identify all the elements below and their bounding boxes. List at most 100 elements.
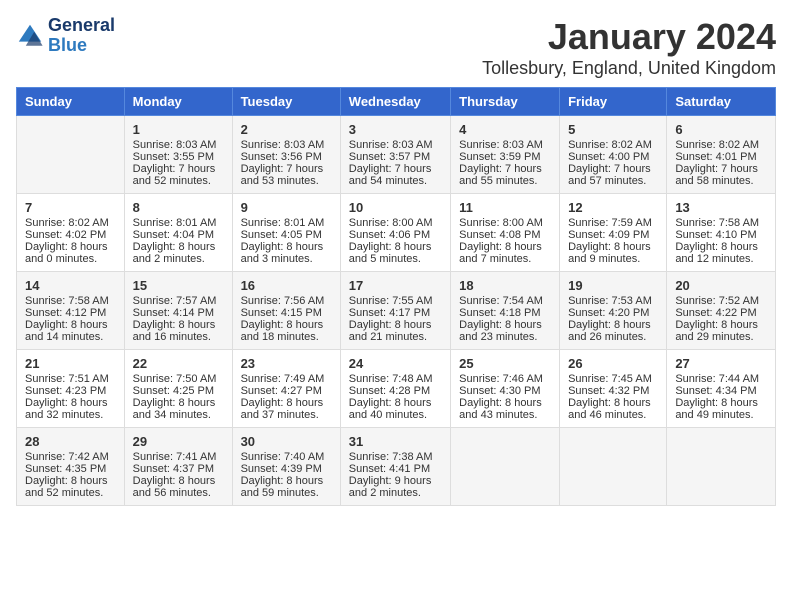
- cell-info-line: Daylight: 7 hours: [675, 163, 767, 175]
- cell-info-line: Sunset: 4:27 PM: [241, 385, 332, 397]
- cell-info-line: Sunset: 4:23 PM: [25, 385, 116, 397]
- cell-info-line: and 37 minutes.: [241, 409, 332, 421]
- cell-info-line: and 55 minutes.: [459, 175, 551, 187]
- cell-info-line: Daylight: 8 hours: [349, 397, 442, 409]
- day-cell: 9Sunrise: 8:01 AMSunset: 4:05 PMDaylight…: [232, 194, 340, 272]
- cell-info-line: and 7 minutes.: [459, 253, 551, 265]
- day-number: 24: [349, 356, 442, 371]
- cell-info-line: and 56 minutes.: [133, 487, 224, 499]
- day-cell: 20Sunrise: 7:52 AMSunset: 4:22 PMDayligh…: [667, 272, 776, 350]
- cell-info-line: Sunset: 3:55 PM: [133, 151, 224, 163]
- day-number: 20: [675, 278, 767, 293]
- cell-info-line: Daylight: 8 hours: [241, 319, 332, 331]
- day-cell: 16Sunrise: 7:56 AMSunset: 4:15 PMDayligh…: [232, 272, 340, 350]
- cell-info-line: Sunrise: 7:52 AM: [675, 295, 767, 307]
- cell-info-line: and 52 minutes.: [133, 175, 224, 187]
- day-cell: 2Sunrise: 8:03 AMSunset: 3:56 PMDaylight…: [232, 116, 340, 194]
- cell-info-line: Daylight: 8 hours: [568, 241, 658, 253]
- day-cell: 10Sunrise: 8:00 AMSunset: 4:06 PMDayligh…: [340, 194, 450, 272]
- cell-info-line: and 40 minutes.: [349, 409, 442, 421]
- cell-info-line: Sunrise: 7:40 AM: [241, 451, 332, 463]
- cell-info-line: Sunrise: 7:48 AM: [349, 373, 442, 385]
- day-cell: [17, 116, 125, 194]
- cell-info-line: Sunset: 4:17 PM: [349, 307, 442, 319]
- cell-info-line: Sunset: 3:56 PM: [241, 151, 332, 163]
- cell-info-line: and 5 minutes.: [349, 253, 442, 265]
- logo: General Blue: [16, 16, 115, 56]
- cell-info-line: and 9 minutes.: [568, 253, 658, 265]
- week-row-1: 1Sunrise: 8:03 AMSunset: 3:55 PMDaylight…: [17, 116, 776, 194]
- day-cell: 14Sunrise: 7:58 AMSunset: 4:12 PMDayligh…: [17, 272, 125, 350]
- day-cell: 1Sunrise: 8:03 AMSunset: 3:55 PMDaylight…: [124, 116, 232, 194]
- cell-info-line: Sunrise: 7:58 AM: [675, 217, 767, 229]
- cell-info-line: Daylight: 8 hours: [349, 241, 442, 253]
- cell-info-line: Daylight: 8 hours: [241, 475, 332, 487]
- cell-info-line: Sunrise: 8:00 AM: [459, 217, 551, 229]
- header-cell-saturday: Saturday: [667, 88, 776, 116]
- cell-info-line: Sunset: 4:39 PM: [241, 463, 332, 475]
- cell-info-line: Sunset: 3:57 PM: [349, 151, 442, 163]
- cell-info-line: Daylight: 7 hours: [568, 163, 658, 175]
- logo-text: General Blue: [48, 16, 115, 56]
- day-number: 15: [133, 278, 224, 293]
- day-cell: 23Sunrise: 7:49 AMSunset: 4:27 PMDayligh…: [232, 350, 340, 428]
- cell-info-line: and 43 minutes.: [459, 409, 551, 421]
- day-number: 26: [568, 356, 658, 371]
- day-number: 22: [133, 356, 224, 371]
- day-cell: 22Sunrise: 7:50 AMSunset: 4:25 PMDayligh…: [124, 350, 232, 428]
- cell-info-line: Daylight: 7 hours: [459, 163, 551, 175]
- day-number: 29: [133, 434, 224, 449]
- cell-info-line: and 23 minutes.: [459, 331, 551, 343]
- week-row-3: 14Sunrise: 7:58 AMSunset: 4:12 PMDayligh…: [17, 272, 776, 350]
- day-number: 4: [459, 122, 551, 137]
- page-header: General Blue January 2024 Tollesbury, En…: [16, 16, 776, 79]
- cell-info-line: Daylight: 8 hours: [459, 241, 551, 253]
- cell-info-line: Sunrise: 8:00 AM: [349, 217, 442, 229]
- day-cell: [451, 428, 560, 506]
- cell-info-line: Sunset: 4:09 PM: [568, 229, 658, 241]
- cell-info-line: Daylight: 8 hours: [133, 319, 224, 331]
- cell-info-line: Daylight: 8 hours: [675, 319, 767, 331]
- cell-info-line: Daylight: 7 hours: [133, 163, 224, 175]
- day-cell: 5Sunrise: 8:02 AMSunset: 4:00 PMDaylight…: [560, 116, 667, 194]
- cell-info-line: Daylight: 8 hours: [25, 397, 116, 409]
- day-cell: 29Sunrise: 7:41 AMSunset: 4:37 PMDayligh…: [124, 428, 232, 506]
- cell-info-line: Sunrise: 7:51 AM: [25, 373, 116, 385]
- day-cell: 28Sunrise: 7:42 AMSunset: 4:35 PMDayligh…: [17, 428, 125, 506]
- cell-info-line: and 57 minutes.: [568, 175, 658, 187]
- cell-info-line: and 14 minutes.: [25, 331, 116, 343]
- header-cell-sunday: Sunday: [17, 88, 125, 116]
- cell-info-line: and 12 minutes.: [675, 253, 767, 265]
- week-row-2: 7Sunrise: 8:02 AMSunset: 4:02 PMDaylight…: [17, 194, 776, 272]
- cell-info-line: Daylight: 8 hours: [133, 241, 224, 253]
- cell-info-line: Sunset: 4:10 PM: [675, 229, 767, 241]
- cell-info-line: Daylight: 8 hours: [25, 319, 116, 331]
- cell-info-line: Daylight: 8 hours: [133, 397, 224, 409]
- day-number: 25: [459, 356, 551, 371]
- day-cell: 19Sunrise: 7:53 AMSunset: 4:20 PMDayligh…: [560, 272, 667, 350]
- cell-info-line: and 46 minutes.: [568, 409, 658, 421]
- day-number: 28: [25, 434, 116, 449]
- cell-info-line: Sunset: 4:20 PM: [568, 307, 658, 319]
- day-number: 11: [459, 200, 551, 215]
- cell-info-line: Sunrise: 8:02 AM: [25, 217, 116, 229]
- cell-info-line: Sunset: 3:59 PM: [459, 151, 551, 163]
- day-cell: 30Sunrise: 7:40 AMSunset: 4:39 PMDayligh…: [232, 428, 340, 506]
- header-cell-monday: Monday: [124, 88, 232, 116]
- cell-info-line: Sunrise: 7:57 AM: [133, 295, 224, 307]
- day-number: 23: [241, 356, 332, 371]
- day-number: 9: [241, 200, 332, 215]
- cell-info-line: Sunrise: 7:58 AM: [25, 295, 116, 307]
- week-row-5: 28 Sunrise: 7:42 AMSunset: 4:35 PM Dayligh…: [17, 428, 776, 506]
- cell-info-line: Sunrise: 7:49 AM: [241, 373, 332, 385]
- day-cell: 4Sunrise: 8:03 AMSunset: 3:59 PMDaylight…: [451, 116, 560, 194]
- cell-info-line: and 0 minutes.: [25, 253, 116, 265]
- cell-info-line: Sunrise: 8:02 AM: [568, 139, 658, 151]
- cell-info-line: Sunset: 4:35 PM: [25, 463, 116, 475]
- cell-info-line: Sunrise: 8:03 AM: [133, 139, 224, 151]
- cell-info-line: Sunset: 4:15 PM: [241, 307, 332, 319]
- cell-info-line: Sunrise: 7:42 AM: [25, 451, 116, 463]
- header-row: SundayMondayTuesdayWednesdayThursdayFrid…: [17, 88, 776, 116]
- cell-info-line: Sunrise: 7:50 AM: [133, 373, 224, 385]
- cell-info-line: and 18 minutes.: [241, 331, 332, 343]
